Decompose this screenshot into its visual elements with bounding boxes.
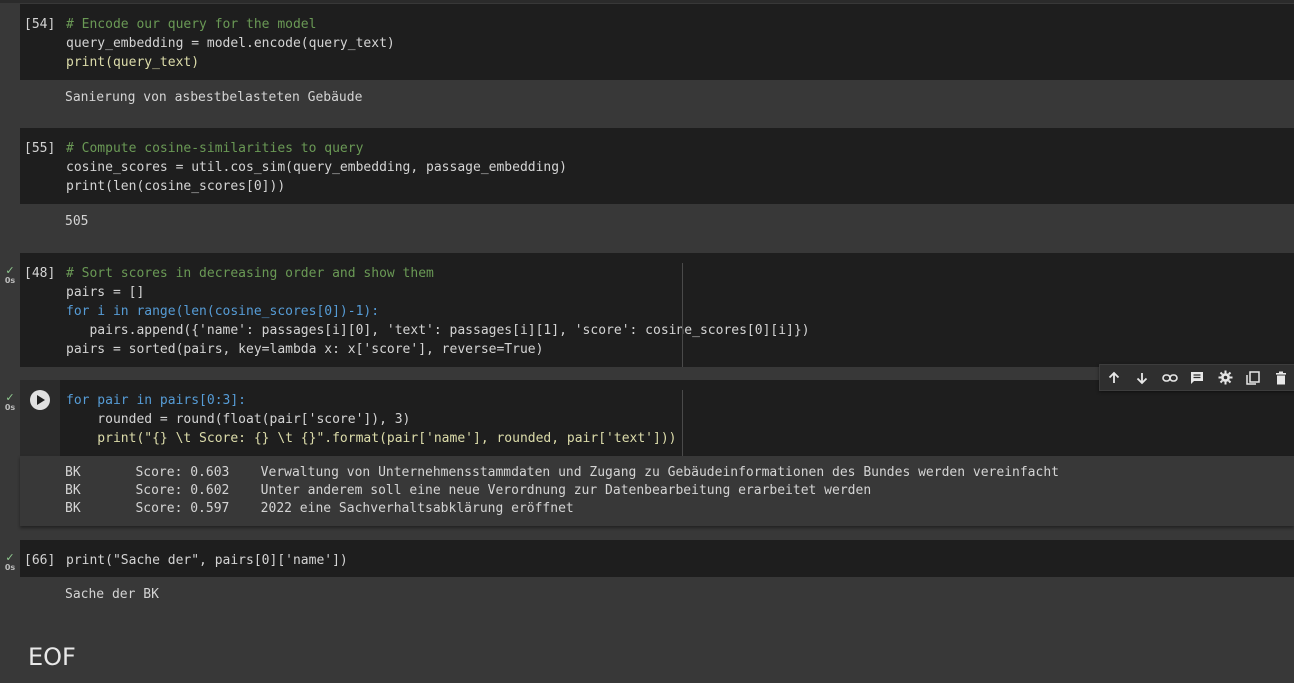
output-cell-66: Sache der BK	[20, 577, 1294, 611]
output-cell-active: BK Score: 0.603 Verwaltung von Unternehm…	[20, 456, 1294, 526]
arrow-down-icon[interactable]	[1133, 369, 1151, 387]
code-cell-55[interactable]: [55] # Compute cosine-similarities to qu…	[20, 128, 1294, 204]
code-line: pairs = sorted(pairs, key=lambda x: x['s…	[66, 342, 544, 357]
code-line: rounded = round(float(pair['score']), 3)	[66, 412, 411, 427]
code-line: pairs.append({'name': passages[i][0], 't…	[66, 323, 810, 338]
code-line: pairs = []	[66, 285, 145, 300]
link-icon[interactable]	[1161, 369, 1179, 387]
output-cell-55: 505	[20, 204, 1294, 238]
code-editor[interactable]: print("Sache der", pairs[0]['name'])	[66, 551, 348, 570]
code-line: # Sort scores in decreasing order and sh…	[66, 266, 434, 281]
comment-icon[interactable]	[1188, 369, 1206, 387]
code-line: # Compute cosine-similarities to query	[66, 141, 364, 156]
check-icon: ✓	[5, 264, 15, 277]
exec-time: 0s	[4, 403, 16, 412]
ruler-line	[682, 263, 683, 367]
exec-status-active: ✓ 0s	[2, 391, 18, 413]
execution-count: [66]	[24, 553, 56, 568]
output-cell-54: Sanierung von asbestbelasteten Gebäude	[20, 80, 1294, 112]
top-divider	[0, 0, 1294, 3]
output-text: 505	[65, 214, 89, 229]
gear-icon[interactable]	[1216, 369, 1234, 387]
trash-icon[interactable]	[1272, 369, 1290, 387]
code-editor[interactable]: # Compute cosine-similarities to query c…	[66, 139, 567, 196]
code-cell-48[interactable]: [48] # Sort scores in decreasing order a…	[20, 253, 1294, 367]
exec-status-66: ✓ 0s	[2, 551, 18, 573]
arrow-up-icon[interactable]	[1105, 369, 1123, 387]
output-line-2: BK Score: 0.602 Unter anderem soll eine …	[65, 483, 872, 498]
output-line-1: BK Score: 0.603 Verwaltung von Unternehm…	[65, 465, 1059, 480]
run-cell-button[interactable]	[30, 390, 50, 410]
code-cell-54[interactable]: [54] # Encode our query for the model qu…	[20, 4, 1294, 80]
code-line: for pair in pairs[0:3]:	[66, 393, 247, 408]
output-text: Sache der BK	[65, 587, 159, 602]
code-editor[interactable]: # Encode our query for the model query_e…	[66, 15, 395, 72]
exec-time: 0s	[4, 276, 16, 285]
execution-count: [55]	[24, 141, 56, 156]
code-cell-active[interactable]: for pair in pairs[0:3]: rounded = round(…	[20, 380, 1294, 456]
code-cell-66[interactable]: [66] print("Sache der", pairs[0]['name']…	[20, 540, 1294, 577]
code-editor[interactable]: # Sort scores in decreasing order and sh…	[66, 264, 810, 359]
execution-count: [54]	[24, 17, 56, 32]
code-line: print(query_text)	[66, 55, 200, 70]
output-line-3: BK Score: 0.597 2022 eine Sachverhaltsab…	[65, 501, 574, 516]
code-line: # Encode our query for the model	[66, 17, 317, 32]
run-cell-gutter[interactable]	[20, 380, 60, 456]
code-line: for i in range(len(cosine_scores[0])-1):	[66, 304, 380, 319]
code-line: print("{} \t Score: {} \t {}".format(pai…	[66, 431, 677, 446]
code-line: print(len(cosine_scores[0]))	[66, 179, 286, 194]
mirror-cell-icon[interactable]	[1244, 369, 1262, 387]
exec-status-48: ✓ 0s	[2, 264, 18, 286]
check-icon: ✓	[5, 391, 15, 404]
check-icon: ✓	[5, 551, 15, 564]
eof-text: EOF	[28, 643, 76, 671]
exec-time: 0s	[4, 563, 16, 572]
code-editor[interactable]: for pair in pairs[0:3]: rounded = round(…	[66, 391, 676, 448]
execution-count: [48]	[24, 266, 56, 281]
code-line: cosine_scores = util.cos_sim(query_embed…	[66, 160, 567, 175]
cell-toolbar	[1099, 364, 1294, 391]
code-line: print("Sache der", pairs[0]['name'])	[66, 553, 348, 568]
ruler-line	[682, 390, 683, 456]
output-text: Sanierung von asbestbelasteten Gebäude	[65, 90, 363, 105]
code-line: query_embedding = model.encode(query_tex…	[66, 36, 395, 51]
